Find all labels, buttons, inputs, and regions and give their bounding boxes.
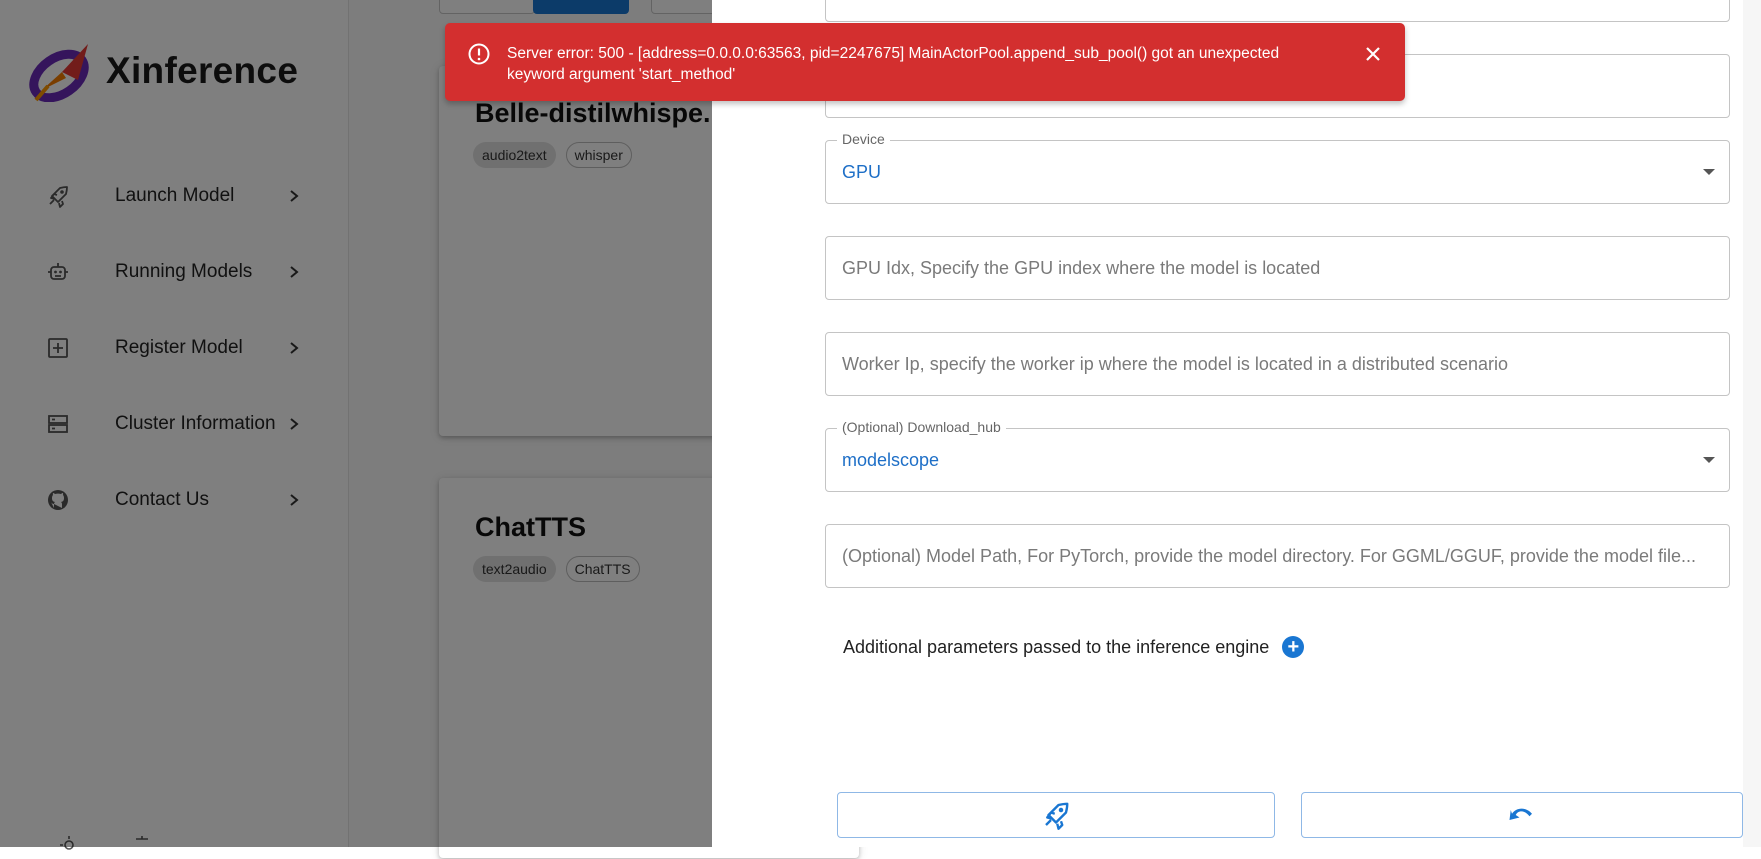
error-icon <box>468 43 490 65</box>
caret-down-icon <box>1703 457 1715 463</box>
download-hub-value: modelscope <box>842 450 940 470</box>
download-hub-select[interactable]: (Optional) Download_hub modelscope <box>825 419 1730 492</box>
worker-ip-placeholder: Worker Ip, specify the worker ip where t… <box>842 354 1508 374</box>
model-path-placeholder: (Optional) Model Path, For PyTorch, prov… <box>842 546 1696 566</box>
caret-down-icon <box>1703 169 1715 175</box>
model-path-input[interactable]: (Optional) Model Path, For PyTorch, prov… <box>825 524 1730 588</box>
form-field-top[interactable] <box>825 0 1730 22</box>
gpu-idx-input[interactable]: GPU Idx, Specify the GPU index where the… <box>825 236 1730 300</box>
device-select[interactable]: Device GPU <box>825 131 1730 204</box>
additional-params-label: Additional parameters passed to the infe… <box>843 636 1270 657</box>
undo-icon <box>1509 808 1532 820</box>
device-label: Device <box>837 131 890 147</box>
add-param-icon[interactable]: + <box>1282 636 1305 658</box>
drawer-scrollbar[interactable] <box>1743 0 1761 847</box>
rocket-icon <box>1045 802 1069 830</box>
error-toast: Server error: 500 - [address=0.0.0.0:635… <box>445 23 1405 101</box>
additional-params-row: Additional parameters passed to the infe… <box>843 636 1305 658</box>
close-icon[interactable] <box>1363 44 1383 64</box>
launch-model-drawer: Device GPU GPU Idx, Specify the GPU inde… <box>712 0 1761 847</box>
download-hub-label: (Optional) Download_hub <box>837 419 1006 435</box>
device-value: GPU <box>842 162 882 182</box>
error-message: Server error: 500 - [address=0.0.0.0:635… <box>507 45 1280 83</box>
worker-ip-input[interactable]: Worker Ip, specify the worker ip where t… <box>825 332 1730 396</box>
reset-button[interactable] <box>1301 792 1743 838</box>
gpu-idx-placeholder: GPU Idx, Specify the GPU index where the… <box>842 258 1321 278</box>
launch-button[interactable] <box>837 792 1275 838</box>
